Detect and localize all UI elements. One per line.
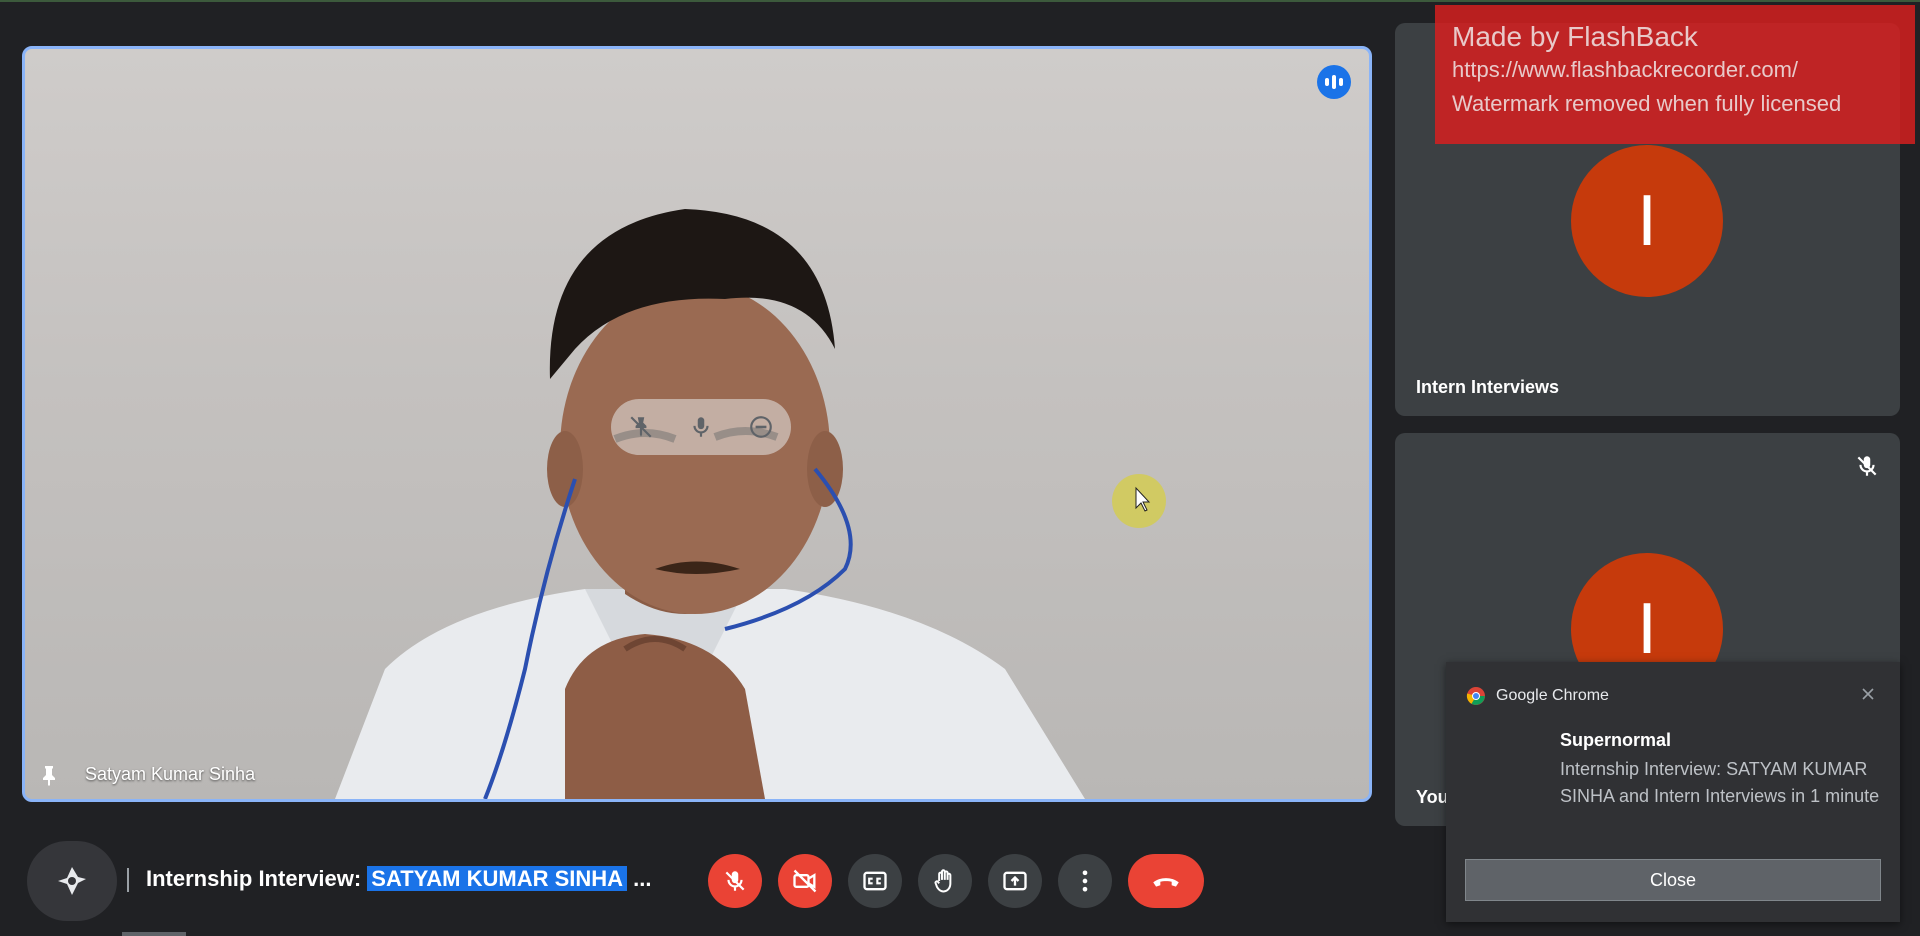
camera-off-icon: [793, 869, 817, 893]
chrome-notification[interactable]: Google Chrome Supernormal Internship Int…: [1446, 662, 1900, 922]
mic-toggle-button[interactable]: [708, 854, 762, 908]
watermark-line-3: Watermark removed when fully licensed: [1452, 91, 1842, 116]
pin-icon[interactable]: [37, 763, 61, 787]
tile-hover-controls: [611, 399, 791, 455]
watermark-line-1: Made by FlashBack: [1452, 21, 1698, 52]
main-video-tile[interactable]: Satyam Kumar Sinha: [22, 46, 1372, 802]
divider: [127, 868, 129, 892]
remove-icon[interactable]: [744, 410, 778, 444]
captions-button[interactable]: [848, 854, 902, 908]
mic-muted-icon: [1854, 453, 1880, 479]
meeting-title-prefix: Internship Interview:: [146, 866, 368, 891]
notification-title: Supernormal: [1560, 730, 1672, 750]
supernormal-logo-icon: [58, 867, 86, 895]
notification-body: Internship Interview: SATYAM KUMAR SINHA…: [1560, 759, 1880, 806]
audio-level-icon: [1317, 65, 1351, 99]
notification-app-name: Google Chrome: [1496, 687, 1609, 704]
participant-name: Intern Interviews: [1416, 377, 1560, 397]
notification-app: Google Chrome: [1466, 686, 1609, 706]
captions-icon: [863, 871, 887, 891]
call-controls: [708, 854, 1204, 908]
participant-name: You: [1416, 787, 1449, 807]
end-call-icon: [1153, 878, 1179, 887]
camera-toggle-button[interactable]: [778, 854, 832, 908]
present-button[interactable]: [988, 854, 1042, 908]
mouse-pointer-icon: [1135, 486, 1151, 512]
chrome-icon: [1466, 687, 1485, 705]
avatar: I: [1571, 145, 1723, 297]
companion-app-button[interactable]: [27, 841, 117, 921]
meeting-title-suffix: ...: [627, 866, 652, 891]
window-top-border: [0, 0, 1920, 2]
raise-hand-icon: [934, 869, 952, 893]
more-options-icon: [1082, 870, 1088, 892]
notification-close-button[interactable]: Close: [1465, 859, 1881, 901]
watermark-line-2: https://www.flashbackrecorder.com/: [1452, 57, 1799, 82]
participant-name: Satyam Kumar Sinha: [85, 764, 256, 784]
more-options-button[interactable]: [1058, 854, 1112, 908]
present-icon: [1003, 871, 1027, 891]
meeting-title: Internship Interview: SATYAM KUMAR SINHA…: [146, 866, 652, 892]
close-icon[interactable]: [1856, 682, 1880, 706]
raise-hand-button[interactable]: [918, 854, 972, 908]
recorder-watermark: Made by FlashBack https://www.flashbackr…: [1435, 5, 1915, 144]
meeting-title-highlight: SATYAM KUMAR SINHA: [367, 866, 628, 891]
mic-off-icon: [725, 871, 745, 891]
unpin-icon[interactable]: [624, 410, 658, 444]
cursor-highlight: [1112, 474, 1166, 528]
end-call-button[interactable]: [1128, 854, 1204, 908]
bottom-indicator: [122, 932, 186, 936]
mic-icon[interactable]: [684, 410, 718, 444]
